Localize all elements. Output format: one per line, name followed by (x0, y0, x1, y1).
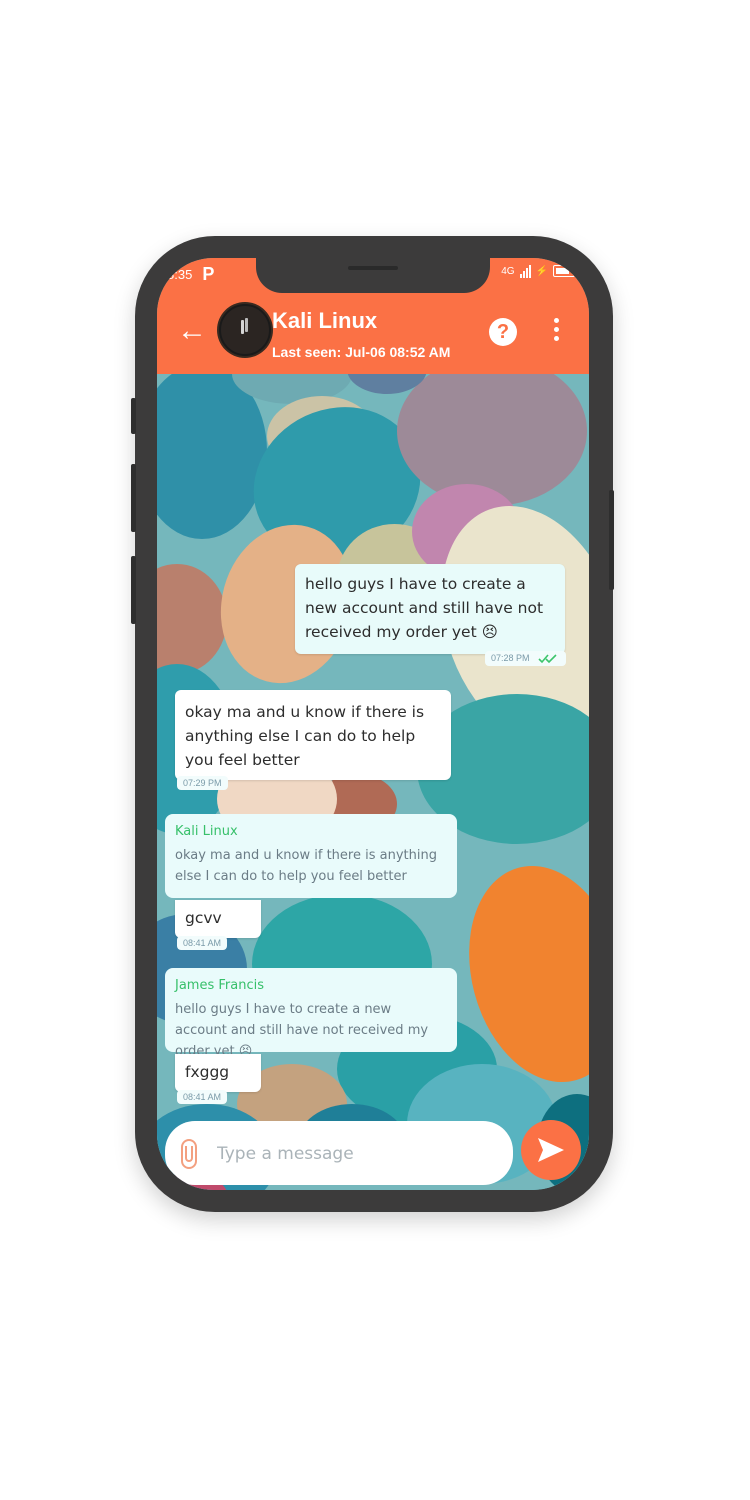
message-text: hello guys I have to create a new accoun… (305, 575, 544, 641)
message-input[interactable] (215, 1141, 499, 1167)
reply-author: James Francis (175, 978, 264, 993)
volume-up-button (131, 464, 136, 532)
contact-avatar[interactable] (219, 304, 271, 356)
speaker-grill (348, 266, 398, 270)
message-text: fxggg (185, 1063, 230, 1081)
charging-icon: ⚡ (535, 265, 548, 277)
network-type: 4G (501, 265, 515, 277)
status-bar-left: 8:35 P (167, 264, 214, 285)
message-text: okay ma and u know if there is anything … (185, 703, 425, 769)
message-time: 08:41 AM (177, 936, 228, 950)
power-button (609, 490, 614, 590)
back-arrow-icon[interactable]: ← (177, 316, 207, 346)
status-time: 8:35 (167, 267, 193, 282)
message-bubble-incoming[interactable]: fxggg (175, 1054, 261, 1092)
volume-down-button (131, 556, 136, 624)
reply-text: hello guys I have to create a new accoun… (175, 1002, 429, 1059)
signal-icon (519, 264, 531, 278)
message-composer (165, 1121, 513, 1185)
message-time: 07:28 PM (485, 651, 567, 666)
message-time: 08:41 AM (177, 1090, 228, 1104)
double-check-icon (538, 654, 557, 663)
paperclip-icon[interactable] (181, 1139, 197, 1169)
message-text: gcvv (185, 909, 222, 927)
last-seen-status: Last seen: Jul-06 08:52 AM (272, 344, 451, 360)
carrier-icon: P (202, 264, 215, 284)
more-vertical-icon[interactable] (552, 318, 560, 348)
battery-icon (553, 265, 575, 277)
contact-name[interactable]: Kali Linux (272, 308, 377, 334)
message-bubble-incoming[interactable]: gcvv (175, 900, 261, 938)
send-button[interactable] (521, 1120, 581, 1180)
message-bubble-incoming[interactable]: okay ma and u know if there is anything … (175, 690, 451, 780)
reply-quote[interactable]: Kali Linux okay ma and u know if there i… (165, 814, 457, 898)
camera-notch (256, 258, 490, 293)
reply-author: Kali Linux (175, 824, 238, 839)
reply-quote[interactable]: James Francis hello guys I have to creat… (165, 968, 457, 1059)
status-bar-right: 4G ⚡ (501, 264, 575, 278)
question-circle-icon[interactable]: ? (489, 318, 517, 346)
send-icon (538, 1138, 564, 1162)
mute-switch (131, 398, 136, 434)
reply-text: okay ma and u know if there is anything … (175, 848, 437, 884)
message-bubble-outgoing[interactable]: hello guys I have to create a new accoun… (295, 564, 565, 654)
message-time: 07:29 PM (177, 776, 228, 790)
phone-screen: 8:35 P 4G ⚡ ← Kali Linux Last seen: Jul-… (157, 258, 589, 1190)
